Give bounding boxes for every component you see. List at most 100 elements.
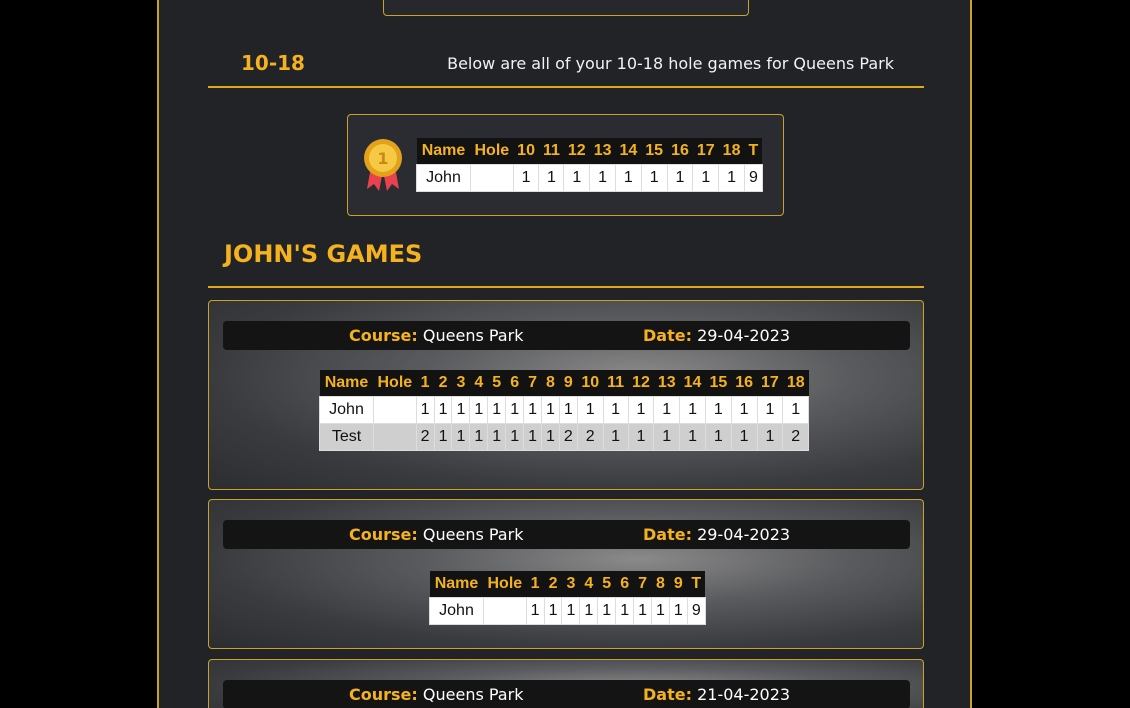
game-score-table: Name Hole 1 2 3 4 5 6 7 8 9 T John 1 1 1 1 1 1 1 1 1 9: [429, 571, 706, 625]
score-cell: 2: [576, 422, 604, 451]
column-header: 2: [544, 571, 562, 597]
table-header-row: Name Hole 1 2 3 4 5 6 7 8 9 10 11 12 13 14 15 16 17 18: [319, 370, 809, 396]
score-cell: 1: [653, 422, 681, 451]
column-header: 16: [731, 370, 758, 396]
column-header: 17: [692, 138, 719, 164]
score-cell: 1: [561, 596, 581, 625]
column-header: 18: [782, 370, 809, 396]
column-header: Hole: [483, 571, 527, 597]
table-row: Test 2 1 1 1 1 1 1 1 2 2 1 1 1 1 1 1 1 2: [319, 422, 810, 451]
column-header: 15: [705, 370, 732, 396]
score-cell: 1: [615, 596, 635, 625]
column-header: 12: [628, 370, 654, 396]
column-header: 3: [561, 571, 580, 597]
column-header: 9: [559, 370, 578, 396]
winner-score-table: Name Hole 10 11 12 13 14 15 16 17 18 T John 1 1 1 1 1 1 1 1 1…: [416, 138, 763, 192]
column-header: 1: [526, 571, 545, 597]
score-cell: 1: [487, 422, 507, 451]
score-cell: 1: [627, 422, 655, 451]
game-info-bar: Course: Queens Park Date: 21-04-2023: [223, 680, 910, 708]
table-row: John 1 1 1 1 1 1 1 1 1 9: [429, 596, 706, 625]
games-title: JOHN'S GAMES: [224, 240, 423, 268]
score-cell: 1: [433, 422, 453, 451]
score-cell: 1: [679, 395, 706, 424]
score-cell: 1: [451, 422, 471, 451]
range-description: Below are all of your 10-18 hole games f…: [447, 54, 894, 73]
winner-box: 1 Name Hole 10 11 12 13 14 15 16 17 18 T John 1 1 1 1 1 1 1…: [347, 114, 784, 216]
hole-cell: [373, 422, 417, 451]
hole-cell: [373, 395, 417, 424]
table-header-row: Name Hole 10 11 12 13 14 15 16 17 18 T: [416, 138, 763, 164]
column-header: 1: [416, 370, 435, 396]
score-cell: 9: [686, 596, 706, 625]
score-cell: 1: [704, 395, 732, 424]
game-info-bar: Course: Queens Park Date: 29-04-2023: [223, 520, 910, 549]
score-cell: 1: [730, 395, 758, 424]
player-name-cell: Test: [319, 422, 374, 451]
score-cell: 1: [614, 163, 642, 192]
game-info-bar: Course: Queens Park Date: 29-04-2023: [223, 321, 910, 350]
score-cell: 1: [469, 395, 489, 424]
column-header: 10: [513, 138, 539, 164]
score-cell: 1: [756, 422, 784, 451]
score-cell: 1: [415, 395, 435, 424]
score-cell: 1: [666, 163, 694, 192]
column-header: Hole: [373, 370, 417, 396]
score-cell: 1: [505, 422, 525, 451]
game-card: Course: Queens Park Date: 21-04-2023: [208, 659, 924, 708]
score-cell: 1: [505, 395, 525, 424]
table-header-row: Name Hole 1 2 3 4 5 6 7 8 9 T: [429, 571, 706, 597]
column-header: Hole: [470, 138, 514, 164]
column-header: 10: [577, 370, 604, 396]
column-header: 15: [641, 138, 668, 164]
score-cell: 1: [538, 163, 565, 192]
score-cell: 1: [651, 596, 670, 625]
score-cell: 1: [602, 422, 629, 451]
score-cell: 1: [782, 395, 810, 424]
score-cell: 1: [579, 596, 599, 625]
column-header: 13: [653, 370, 680, 396]
column-header: 9: [669, 571, 688, 597]
range-label: 10-18: [241, 51, 305, 75]
score-cell: 1: [523, 395, 543, 424]
score-cell: 2: [415, 422, 435, 451]
score-cell: 1: [525, 596, 545, 625]
hole-cell: [483, 596, 527, 625]
score-cell: 2: [558, 422, 578, 451]
score-cell: 1: [543, 596, 563, 625]
main-panel: 10-18 Below are all of your 10-18 hole g…: [157, 0, 972, 708]
player-name-cell: John: [319, 395, 374, 424]
column-header: Name: [416, 138, 471, 164]
column-header: 11: [538, 138, 564, 164]
gold-medal-icon: 1: [364, 139, 402, 191]
score-cell: 1: [653, 395, 681, 424]
column-header: 17: [757, 370, 783, 396]
score-cell: 1: [633, 596, 653, 625]
game-card: Course: Queens Park Date: 29-04-2023 Nam…: [208, 300, 924, 490]
column-header: 6: [615, 571, 634, 597]
player-name-cell: John: [416, 163, 471, 192]
score-cell: 1: [668, 596, 688, 625]
score-cell: 1: [576, 395, 604, 424]
column-header: 8: [541, 370, 560, 396]
games-divider: JOHN'S GAMES: [208, 240, 924, 288]
course-field: Course: Queens Park: [349, 525, 524, 544]
score-cell: 1: [563, 163, 591, 192]
column-header: 12: [563, 138, 590, 164]
score-cell: 1: [589, 163, 616, 192]
range-divider: 10-18 Below are all of your 10-18 hole g…: [208, 51, 924, 88]
score-cell: 1: [541, 395, 560, 424]
score-cell: 1: [640, 163, 668, 192]
column-header: 4: [579, 571, 598, 597]
score-cell: 1: [756, 395, 784, 424]
score-cell: 2: [782, 422, 810, 451]
score-cell: 1: [730, 422, 758, 451]
score-cell: 1: [718, 163, 745, 192]
score-cell: 1: [627, 395, 655, 424]
score-cell: 1: [692, 163, 720, 192]
column-header: 16: [667, 138, 693, 164]
column-header: 11: [603, 370, 629, 396]
player-name-cell: John: [429, 596, 484, 625]
column-header: T: [687, 571, 706, 597]
column-header: 4: [469, 370, 488, 396]
